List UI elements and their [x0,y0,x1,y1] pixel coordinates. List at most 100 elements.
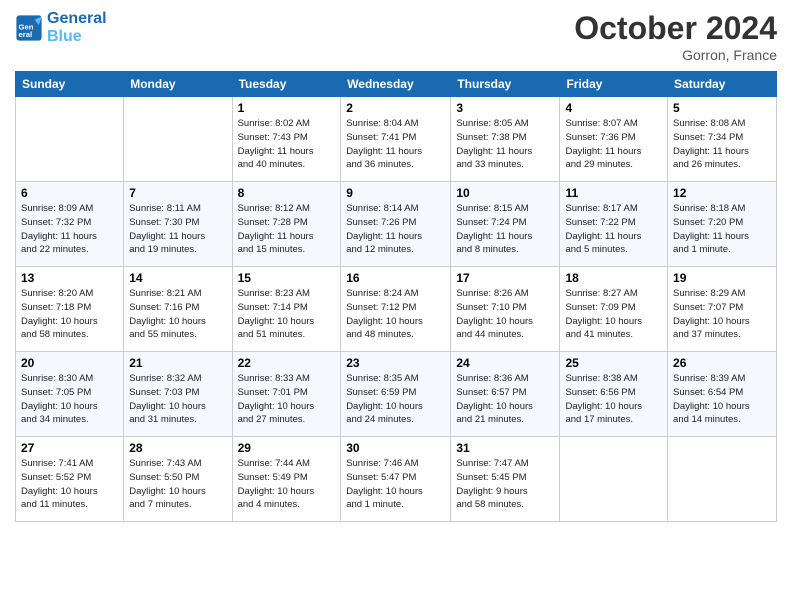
calendar-cell: 13 Sunrise: 8:20 AM Sunset: 7:18 PM Dayli… [16,267,124,352]
calendar-cell: 24 Sunrise: 8:36 AM Sunset: 6:57 PM Dayli… [451,352,560,437]
day-info: Sunrise: 7:47 AM Sunset: 5:45 PM Dayligh… [456,457,554,512]
day-info: Sunrise: 8:23 AM Sunset: 7:14 PM Dayligh… [238,287,336,342]
calendar-cell: 30 Sunrise: 7:46 AM Sunset: 5:47 PM Dayli… [341,437,451,522]
calendar-cell: 1Sunrise: 8:02 AM Sunset: 7:43 PM Daylig… [232,97,341,182]
day-number: 9 [346,186,445,200]
calendar-row-4: 20 Sunrise: 8:30 AM Sunset: 7:05 PM Dayli… [16,352,777,437]
day-info: Sunrise: 7:43 AM Sunset: 5:50 PM Dayligh… [129,457,226,512]
day-number: 3 [456,101,554,115]
calendar-cell: 11 Sunrise: 8:17 AM Sunset: 7:22 PM Dayli… [560,182,668,267]
calendar-cell: 22Sunrise: 8:33 AM Sunset: 7:01 PM Dayli… [232,352,341,437]
logo: Gen eral General Blue [15,10,107,45]
day-number: 10 [456,186,554,200]
day-info: Sunrise: 8:08 AM Sunset: 7:34 PM Dayligh… [673,117,771,172]
day-info: Sunrise: 8:07 AM Sunset: 7:36 PM Dayligh… [565,117,662,172]
day-number: 25 [565,356,662,370]
day-number: 27 [21,441,118,455]
day-info: Sunrise: 7:46 AM Sunset: 5:47 PM Dayligh… [346,457,445,512]
calendar-row-2: 6Sunrise: 8:09 AM Sunset: 7:32 PM Daylig… [16,182,777,267]
location: Gorron, France [574,47,777,63]
day-info: Sunrise: 8:38 AM Sunset: 6:56 PM Dayligh… [565,372,662,427]
calendar-cell: 6Sunrise: 8:09 AM Sunset: 7:32 PM Daylig… [16,182,124,267]
day-number: 16 [346,271,445,285]
day-info: Sunrise: 8:18 AM Sunset: 7:20 PM Dayligh… [673,202,771,257]
day-number: 17 [456,271,554,285]
calendar-cell [668,437,777,522]
day-info: Sunrise: 8:30 AM Sunset: 7:05 PM Dayligh… [21,372,118,427]
calendar-cell: 26Sunrise: 8:39 AM Sunset: 6:54 PM Dayli… [668,352,777,437]
day-info: Sunrise: 8:39 AM Sunset: 6:54 PM Dayligh… [673,372,771,427]
day-info: Sunrise: 8:24 AM Sunset: 7:12 PM Dayligh… [346,287,445,342]
calendar-cell: 8Sunrise: 8:12 AM Sunset: 7:28 PM Daylig… [232,182,341,267]
col-header-wednesday: Wednesday [341,72,451,97]
day-number: 14 [129,271,226,285]
day-info: Sunrise: 8:21 AM Sunset: 7:16 PM Dayligh… [129,287,226,342]
day-info: Sunrise: 7:44 AM Sunset: 5:49 PM Dayligh… [238,457,336,512]
day-info: Sunrise: 8:05 AM Sunset: 7:38 PM Dayligh… [456,117,554,172]
logo-text-block: General Blue [47,10,107,45]
calendar-cell: 9 Sunrise: 8:14 AM Sunset: 7:26 PM Daylig… [341,182,451,267]
calendar-cell: 17 Sunrise: 8:26 AM Sunset: 7:10 PM Dayli… [451,267,560,352]
calendar-cell: 14 Sunrise: 8:21 AM Sunset: 7:16 PM Dayli… [124,267,232,352]
day-info: Sunrise: 8:02 AM Sunset: 7:43 PM Dayligh… [238,117,336,172]
calendar-row-1: 1Sunrise: 8:02 AM Sunset: 7:43 PM Daylig… [16,97,777,182]
day-info: Sunrise: 8:17 AM Sunset: 7:22 PM Dayligh… [565,202,662,257]
svg-text:eral: eral [19,30,33,39]
calendar-cell: 2Sunrise: 8:04 AM Sunset: 7:41 PM Daylig… [341,97,451,182]
day-info: Sunrise: 8:36 AM Sunset: 6:57 PM Dayligh… [456,372,554,427]
day-info: Sunrise: 8:15 AM Sunset: 7:24 PM Dayligh… [456,202,554,257]
header: Gen eral General Blue October 2024 Gorro… [15,10,777,63]
calendar-cell [124,97,232,182]
day-number: 13 [21,271,118,285]
calendar-row-3: 13 Sunrise: 8:20 AM Sunset: 7:18 PM Dayli… [16,267,777,352]
calendar-cell: 4 Sunrise: 8:07 AM Sunset: 7:36 PM Daylig… [560,97,668,182]
day-number: 15 [238,271,336,285]
calendar-table: SundayMondayTuesdayWednesdayThursdayFrid… [15,71,777,522]
calendar-cell: 29 Sunrise: 7:44 AM Sunset: 5:49 PM Dayli… [232,437,341,522]
calendar-page: Gen eral General Blue October 2024 Gorro… [0,0,792,537]
calendar-cell: 19Sunrise: 8:29 AM Sunset: 7:07 PM Dayli… [668,267,777,352]
day-info: Sunrise: 8:14 AM Sunset: 7:26 PM Dayligh… [346,202,445,257]
day-info: Sunrise: 8:35 AM Sunset: 6:59 PM Dayligh… [346,372,445,427]
day-number: 23 [346,356,445,370]
calendar-cell: 7Sunrise: 8:11 AM Sunset: 7:30 PM Daylig… [124,182,232,267]
header-row: SundayMondayTuesdayWednesdayThursdayFrid… [16,72,777,97]
day-number: 20 [21,356,118,370]
day-number: 8 [238,186,336,200]
col-header-tuesday: Tuesday [232,72,341,97]
day-number: 12 [673,186,771,200]
day-info: Sunrise: 7:41 AM Sunset: 5:52 PM Dayligh… [21,457,118,512]
day-number: 30 [346,441,445,455]
day-info: Sunrise: 8:20 AM Sunset: 7:18 PM Dayligh… [21,287,118,342]
calendar-cell: 5Sunrise: 8:08 AM Sunset: 7:34 PM Daylig… [668,97,777,182]
day-info: Sunrise: 8:32 AM Sunset: 7:03 PM Dayligh… [129,372,226,427]
calendar-cell [16,97,124,182]
calendar-cell: 21 Sunrise: 8:32 AM Sunset: 7:03 PM Dayli… [124,352,232,437]
day-number: 29 [238,441,336,455]
col-header-friday: Friday [560,72,668,97]
day-info: Sunrise: 8:26 AM Sunset: 7:10 PM Dayligh… [456,287,554,342]
day-number: 22 [238,356,336,370]
day-number: 31 [456,441,554,455]
logo-line2: Blue [47,28,107,46]
day-number: 11 [565,186,662,200]
calendar-cell: 25 Sunrise: 8:38 AM Sunset: 6:56 PM Dayli… [560,352,668,437]
day-number: 21 [129,356,226,370]
day-number: 24 [456,356,554,370]
col-header-thursday: Thursday [451,72,560,97]
calendar-cell: 10 Sunrise: 8:15 AM Sunset: 7:24 PM Dayli… [451,182,560,267]
day-number: 4 [565,101,662,115]
logo-icon: Gen eral [15,14,43,42]
calendar-cell: 31 Sunrise: 7:47 AM Sunset: 5:45 PM Dayli… [451,437,560,522]
day-info: Sunrise: 8:04 AM Sunset: 7:41 PM Dayligh… [346,117,445,172]
calendar-cell: 15 Sunrise: 8:23 AM Sunset: 7:14 PM Dayli… [232,267,341,352]
day-number: 19 [673,271,771,285]
logo-line1: General [47,10,107,28]
title-block: October 2024 Gorron, France [574,10,777,63]
day-info: Sunrise: 8:27 AM Sunset: 7:09 PM Dayligh… [565,287,662,342]
day-info: Sunrise: 8:11 AM Sunset: 7:30 PM Dayligh… [129,202,226,257]
day-info: Sunrise: 8:09 AM Sunset: 7:32 PM Dayligh… [21,202,118,257]
calendar-cell: 28Sunrise: 7:43 AM Sunset: 5:50 PM Dayli… [124,437,232,522]
col-header-monday: Monday [124,72,232,97]
calendar-cell [560,437,668,522]
